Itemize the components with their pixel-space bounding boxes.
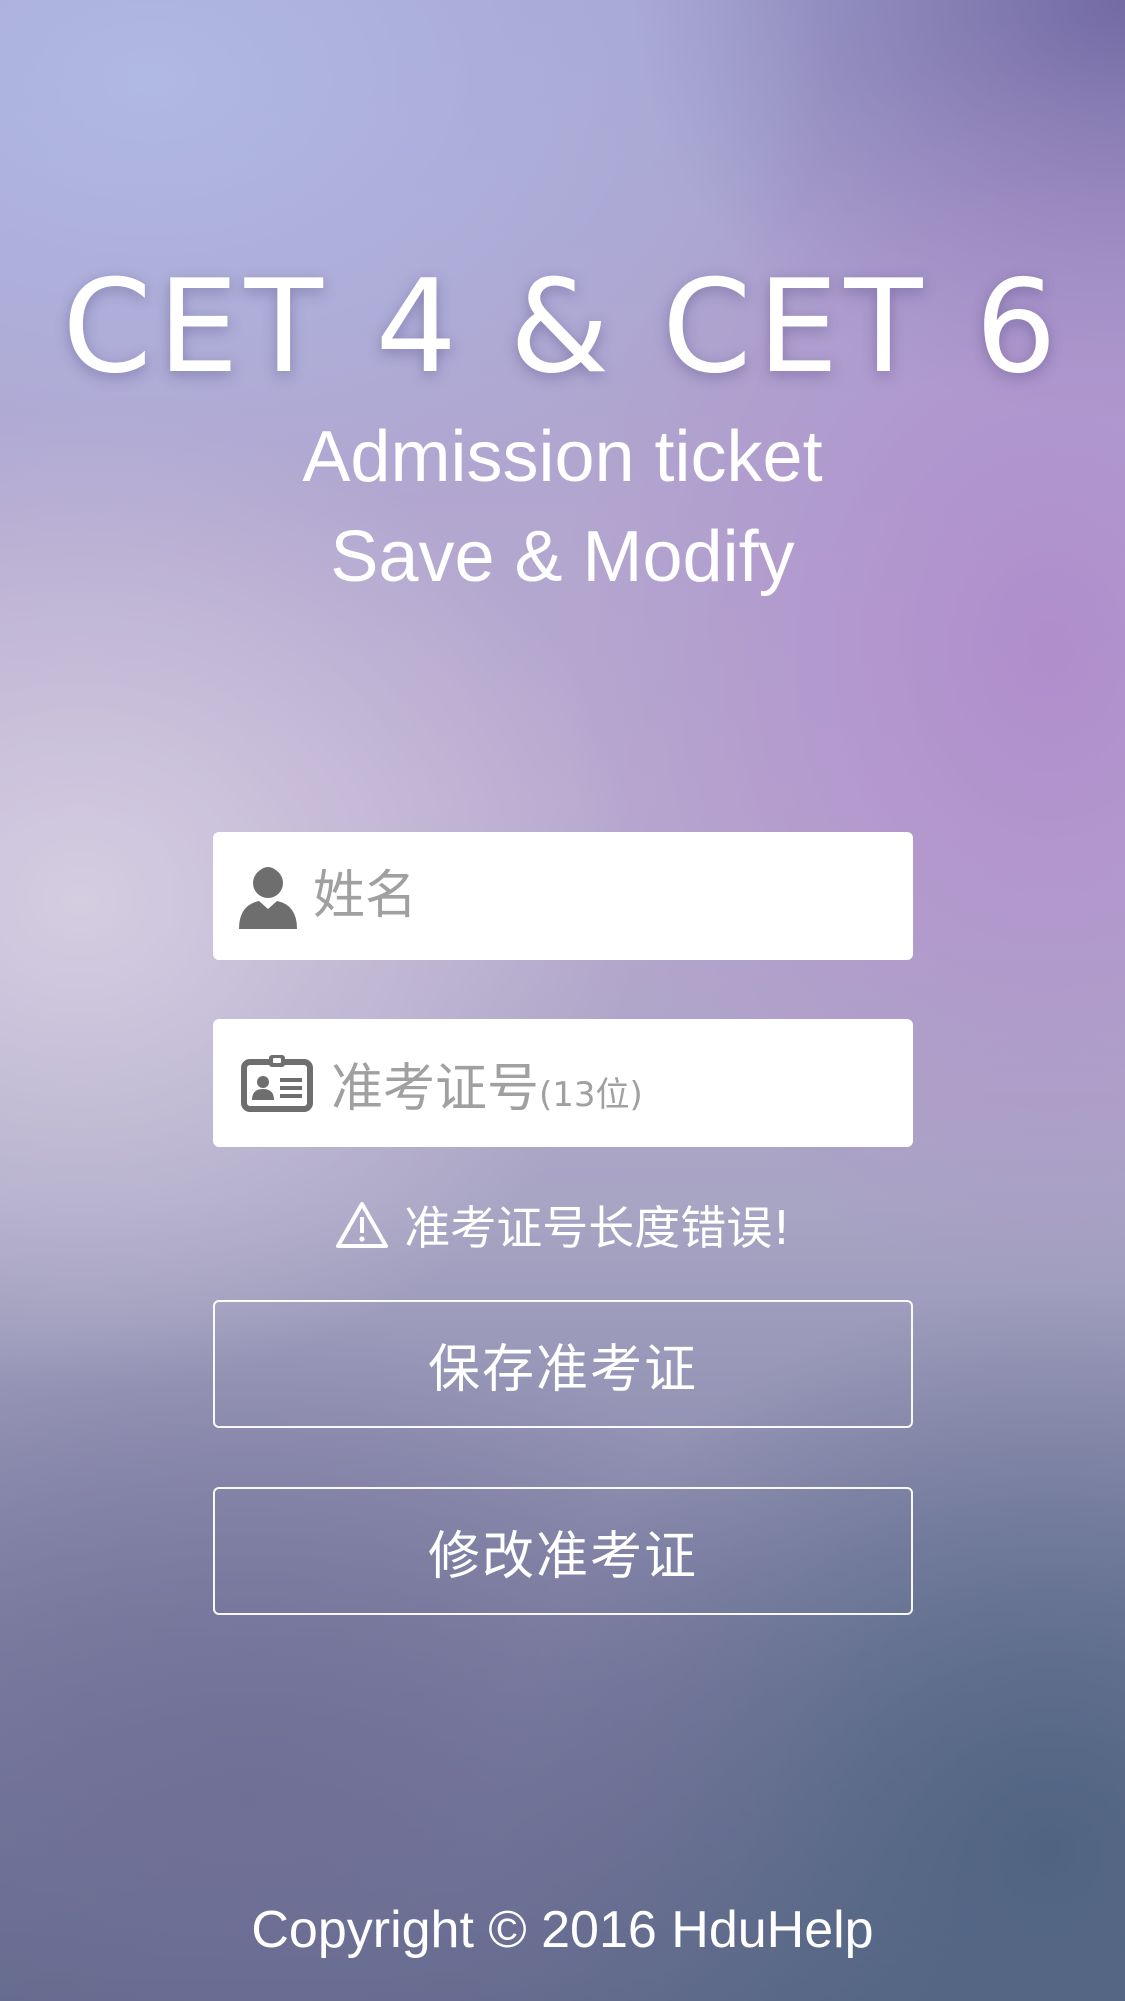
error-text: 准考证号长度错误! — [404, 1201, 791, 1255]
error-message: 准考证号长度错误! — [0, 1192, 1125, 1258]
name-field[interactable] — [213, 832, 960, 960]
ticket-placeholder-main: 准考证号 — [331, 1058, 540, 1119]
id-card-icon — [237, 1043, 317, 1123]
warning-icon — [336, 1202, 389, 1248]
ticket-number-field[interactable]: 准考证号(13位) — [213, 1019, 913, 1147]
ticket-placeholder-hint: (13位) — [539, 1074, 643, 1115]
name-input[interactable] — [313, 832, 960, 960]
app-title: CET 4 & CET 6 — [62, 253, 1063, 402]
ticket-number-input[interactable]: 准考证号(13位) — [331, 1046, 913, 1121]
modify-ticket-button[interactable]: 修改准考证 — [213, 1487, 913, 1615]
user-icon — [237, 856, 299, 936]
subtitle-admission-ticket: Admission ticket — [302, 417, 823, 497]
save-ticket-button[interactable]: 保存准考证 — [213, 1300, 913, 1428]
subtitle-save-modify: Save & Modify — [330, 517, 795, 597]
copyright-footer: Copyright © 2016 HduHelp — [251, 1901, 874, 1959]
